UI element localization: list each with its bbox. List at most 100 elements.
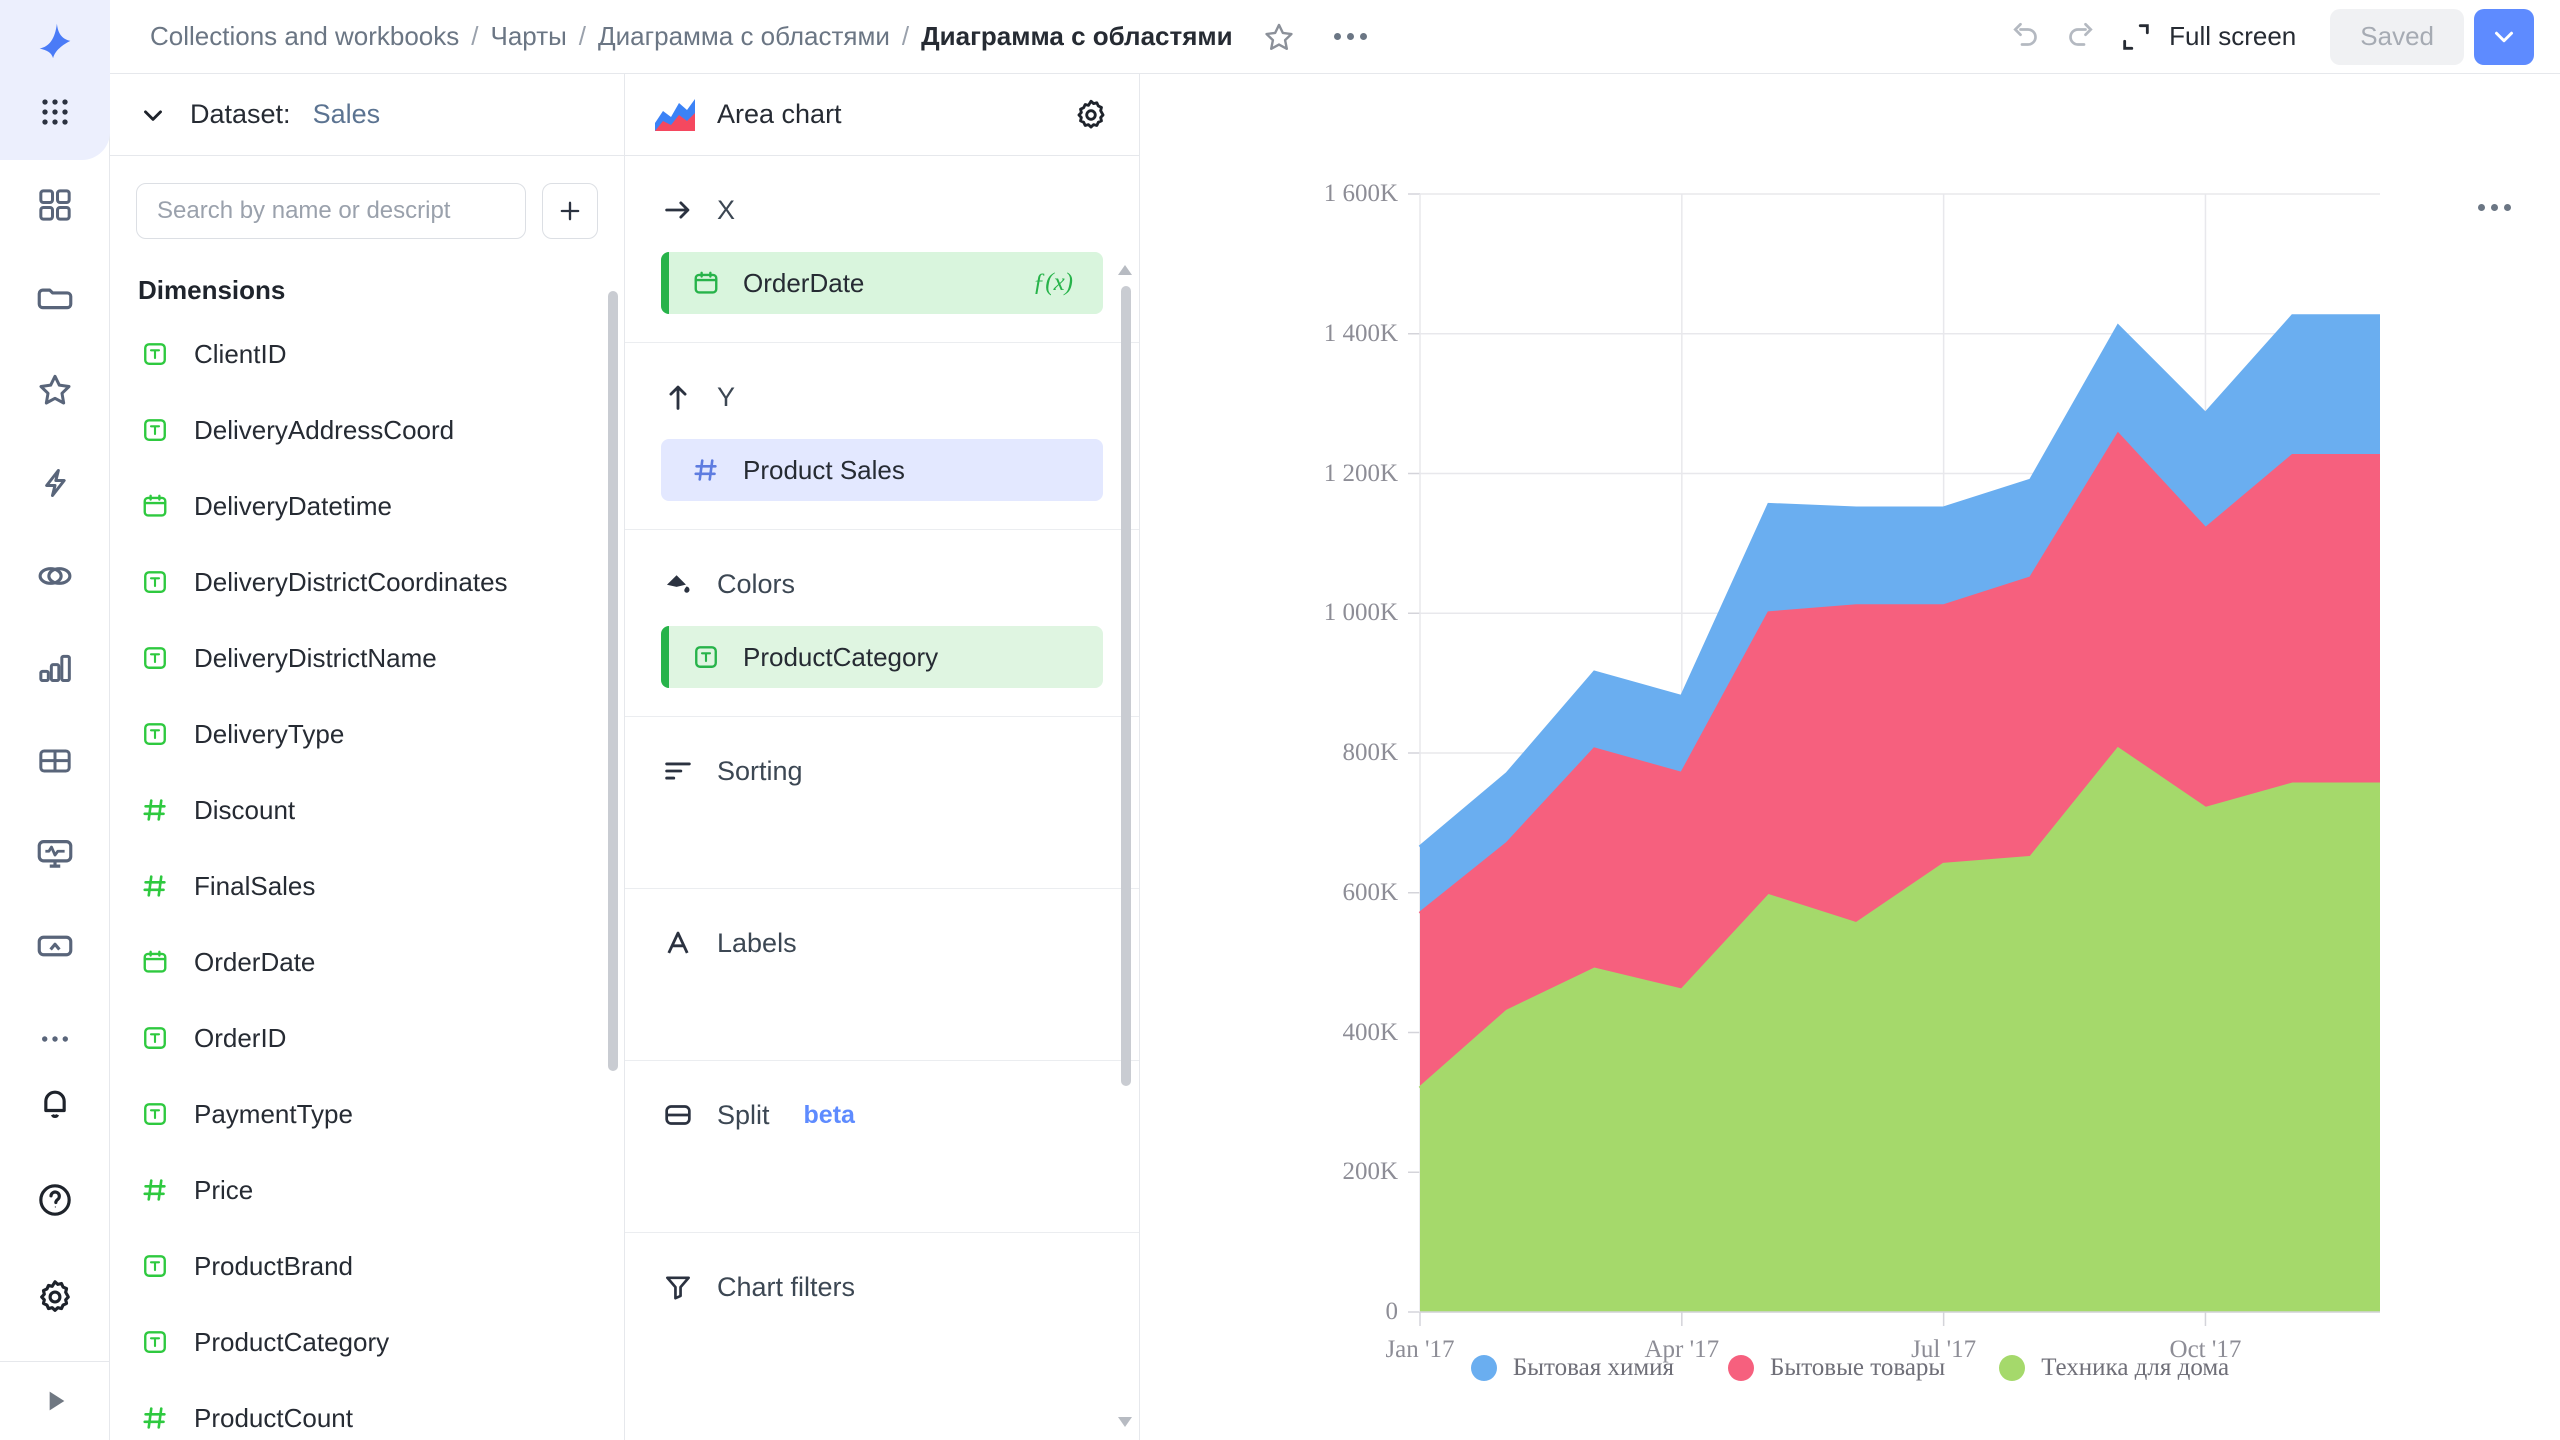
field-item-orderid[interactable]: OrderID <box>110 1000 624 1076</box>
dataset-header: Dataset: Sales <box>110 74 624 156</box>
config-section-filters: Chart filters <box>625 1233 1139 1383</box>
field-item-deliverydatetime[interactable]: DeliveryDatetime <box>110 468 624 544</box>
save-menu-button[interactable] <box>2474 9 2534 65</box>
number-hash-icon <box>691 455 721 485</box>
rail-item-connections[interactable] <box>19 914 91 979</box>
scroll-down-arrow-icon[interactable] <box>1117 1416 1133 1428</box>
breadcrumb: Collections and workbooks / Чарты / Диаг… <box>150 21 1233 52</box>
field-item-deliverydistrictcoordinates[interactable]: DeliveryDistrictCoordinates <box>110 544 624 620</box>
field-item-price[interactable]: Price <box>110 1152 624 1228</box>
field-item-productcategory[interactable]: ProductCategory <box>110 1304 624 1380</box>
text-type-icon <box>140 1099 170 1129</box>
chart-settings-button[interactable] <box>1069 93 1113 137</box>
rail-item-monitoring[interactable] <box>19 821 91 886</box>
field-item-deliverytype[interactable]: DeliveryType <box>110 696 624 772</box>
rail-item-settings[interactable] <box>19 1264 91 1329</box>
chip-product-sales[interactable]: Product Sales <box>661 439 1103 501</box>
rail-item-help[interactable] <box>19 1168 91 1233</box>
favorite-star-button[interactable] <box>1259 17 1299 57</box>
legend-label: Бытовая химия <box>1513 1354 1674 1382</box>
config-section-labels-header[interactable]: Labels <box>625 919 1139 967</box>
legend-item-Техника для дома[interactable]: Техника для дома <box>1999 1354 2229 1382</box>
config-section-filters-header[interactable]: Chart filters <box>625 1263 1139 1311</box>
rail-item-notifications[interactable] <box>19 1071 91 1136</box>
saved-button: Saved <box>2330 9 2464 65</box>
add-field-button[interactable] <box>542 183 598 239</box>
field-item-productbrand[interactable]: ProductBrand <box>110 1228 624 1304</box>
lightning-icon <box>35 463 75 503</box>
config-section-labels: Labels <box>625 889 1139 1061</box>
legend-color-dot <box>1728 1355 1754 1381</box>
chip-orderdate[interactable]: OrderDate ƒ(x) <box>661 252 1103 314</box>
rail-item-more[interactable] <box>19 1006 91 1071</box>
legend-item-Бытовые товары[interactable]: Бытовые товары <box>1728 1354 1945 1382</box>
calendar-icon <box>140 491 170 521</box>
area-chart-svg[interactable] <box>1250 74 2410 1440</box>
rail-item-datasets[interactable] <box>19 543 91 608</box>
rail-item-collections[interactable] <box>19 265 91 330</box>
text-type-icon <box>140 415 170 445</box>
field-item-paymenttype[interactable]: PaymentType <box>110 1076 624 1152</box>
help-circle-icon <box>35 1180 75 1220</box>
dimensions-heading: Dimensions <box>110 239 624 316</box>
saved-label: Saved <box>2360 21 2434 52</box>
field-label: Discount <box>194 795 295 826</box>
chart-legend: Бытовая химия Бытовые товары Техника для д… <box>1140 1354 2560 1382</box>
rail-item-quick[interactable] <box>19 451 91 516</box>
dataset-name[interactable]: Sales <box>313 99 381 130</box>
config-scrollbar[interactable] <box>1121 286 1131 1086</box>
app-logo[interactable] <box>0 0 110 74</box>
rail-item-apps[interactable] <box>19 80 91 145</box>
breadcrumb-item-1[interactable]: Чарты <box>491 21 567 52</box>
page-more-button[interactable] <box>1331 17 1371 57</box>
chart-config-panel: Area chart X <box>625 74 1140 1440</box>
chart-more-button[interactable] <box>2475 204 2514 211</box>
config-section-split-header[interactable]: Split beta <box>625 1091 1139 1139</box>
legend-label: Бытовые товары <box>1770 1354 1945 1382</box>
text-type-icon <box>140 339 170 369</box>
main-body: Dataset: Sales Dimensions ClientID Delive… <box>0 74 2560 1440</box>
dataset-scrollbar[interactable] <box>608 291 618 1071</box>
field-item-discount[interactable]: Discount <box>110 772 624 848</box>
field-label: DeliveryDatetime <box>194 491 392 522</box>
text-type-icon <box>140 1251 170 1281</box>
breadcrumb-item-0[interactable]: Collections and workbooks <box>150 21 459 52</box>
field-label: ClientID <box>194 339 286 370</box>
breadcrumb-item-2[interactable]: Диаграмма с областями <box>598 21 890 52</box>
field-label: DeliveryAddressCoord <box>194 415 454 446</box>
config-section-sorting-header[interactable]: Sorting <box>625 747 1139 795</box>
rail-item-favorites[interactable] <box>19 358 91 423</box>
y-tick-label: 1 000K <box>1140 599 1398 627</box>
config-section-y-header[interactable]: Y <box>625 373 1139 421</box>
formula-icon[interactable]: ƒ(x) <box>1033 269 1073 297</box>
left-rail <box>0 74 110 1440</box>
rail-item-dashboards[interactable] <box>19 173 91 238</box>
undo-button[interactable] <box>1997 9 2053 65</box>
dataset-collapse-button[interactable] <box>138 100 168 130</box>
config-section-x-header[interactable]: X <box>625 186 1139 234</box>
rail-item-tables[interactable] <box>19 728 91 793</box>
field-item-orderdate[interactable]: OrderDate <box>110 924 624 1000</box>
split-icon <box>661 1098 695 1132</box>
field-item-productcount[interactable]: ProductCount <box>110 1380 624 1440</box>
legend-item-Бытовая химия[interactable]: Бытовая химия <box>1471 1354 1674 1382</box>
scroll-up-arrow-icon[interactable] <box>1117 264 1133 276</box>
redo-button[interactable] <box>2053 9 2109 65</box>
top-bar: Collections and workbooks / Чарты / Диаг… <box>0 0 2560 74</box>
chip-productcategory[interactable]: ProductCategory <box>661 626 1103 688</box>
field-item-deliverydistrictname[interactable]: DeliveryDistrictName <box>110 620 624 696</box>
config-section-colors-header[interactable]: Colors <box>625 560 1139 608</box>
fullscreen-button[interactable]: Full screen <box>2109 9 2310 65</box>
field-label: OrderDate <box>194 947 315 978</box>
chip-label: ProductCategory <box>743 642 938 673</box>
rail-collapse-toggle[interactable] <box>0 1361 109 1440</box>
chart-type-label: Area chart <box>717 99 842 130</box>
field-item-clientid[interactable]: ClientID <box>110 316 624 392</box>
field-item-finalsales[interactable]: FinalSales <box>110 848 624 924</box>
config-section-x-label: X <box>717 195 735 226</box>
field-item-deliveryaddresscoord[interactable]: DeliveryAddressCoord <box>110 392 624 468</box>
rail-item-charts[interactable] <box>19 636 91 701</box>
search-input[interactable] <box>136 183 526 239</box>
apps-grid-icon <box>35 92 75 132</box>
dataset-field-list[interactable]: Dimensions ClientID DeliveryAddressCoord D… <box>110 239 624 1440</box>
